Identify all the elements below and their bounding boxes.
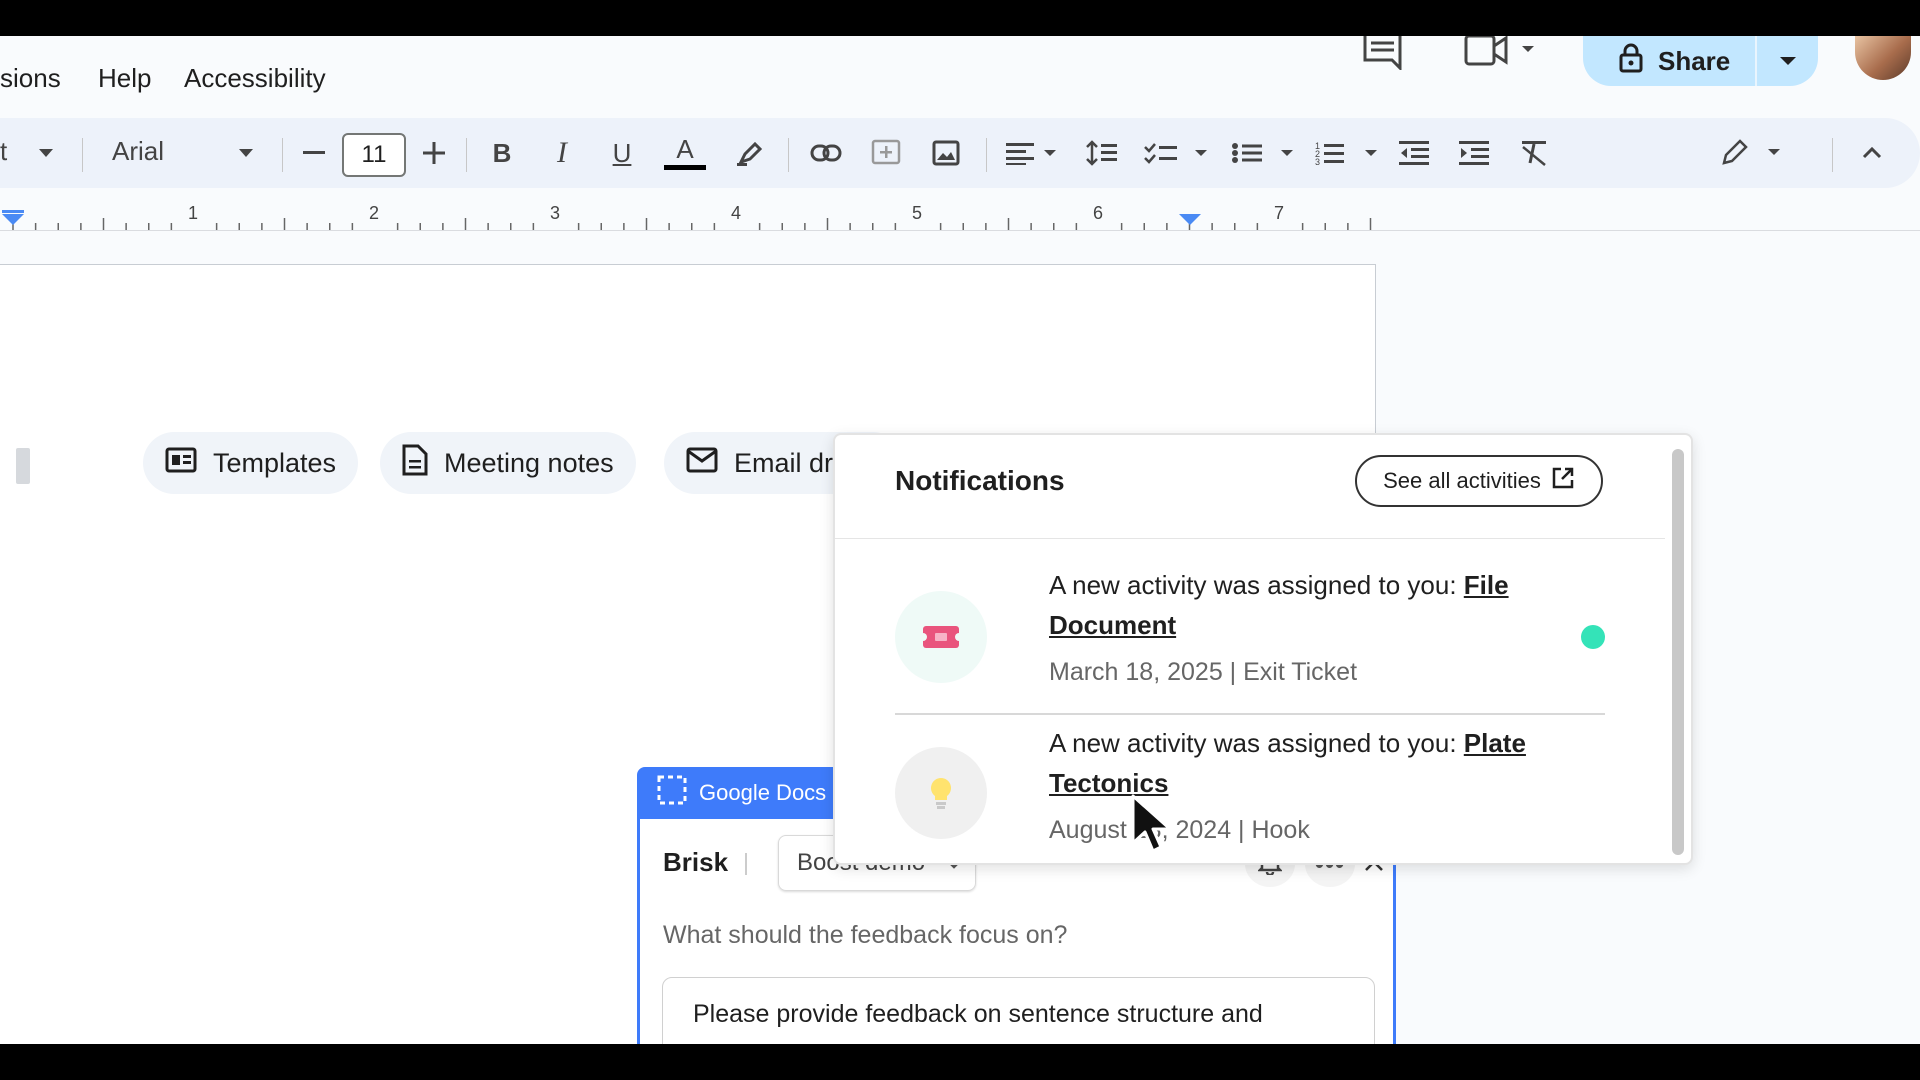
ruler-number: 5 xyxy=(912,203,923,223)
ticket-icon xyxy=(895,591,987,683)
insert-link-icon[interactable] xyxy=(806,118,846,188)
font-dropdown[interactable]: Arial xyxy=(112,136,164,167)
left-indent-marker xyxy=(2,214,24,225)
italic-icon[interactable]: I xyxy=(544,118,580,188)
comments-icon[interactable] xyxy=(1362,36,1404,75)
notification-meta: March 18, 2025 | Exit Ticket xyxy=(1049,658,1358,686)
mouse-pointer-icon xyxy=(1130,793,1176,862)
ruler-number: 2 xyxy=(369,203,380,223)
styles-dropdown[interactable]: t xyxy=(0,136,7,167)
share-label: Share xyxy=(1658,45,1731,76)
share-dropdown-icon[interactable] xyxy=(1757,55,1818,67)
letterbox-top xyxy=(0,0,1920,36)
google-docs-window: sions Help Accessibility Share t Arial 1… xyxy=(0,36,1920,1044)
ruler-number: 7 xyxy=(1274,203,1285,223)
highlight-icon[interactable] xyxy=(730,118,770,188)
font-caret-icon[interactable] xyxy=(234,118,258,188)
share-button[interactable]: Share xyxy=(1583,36,1818,86)
menu-help[interactable]: Help xyxy=(98,63,151,94)
decrease-indent-icon[interactable] xyxy=(1394,118,1434,188)
increase-indent-icon[interactable] xyxy=(1454,118,1494,188)
selection-icon xyxy=(657,775,687,811)
templates-chip[interactable]: Templates xyxy=(143,432,359,494)
ruler-number: 3 xyxy=(550,203,561,223)
brisk-logo: Brisk xyxy=(663,847,729,877)
lock-icon xyxy=(1618,43,1644,80)
user-avatar[interactable] xyxy=(1855,36,1911,80)
bold-icon[interactable]: B xyxy=(484,118,520,188)
horizontal-ruler[interactable] xyxy=(0,198,1375,230)
line-spacing-icon[interactable] xyxy=(1082,118,1122,188)
ruler-number: 1 xyxy=(188,203,199,223)
notification-item[interactable]: A new activity was assigned to you: File… xyxy=(895,555,1605,705)
see-all-activities-button[interactable]: See all activities xyxy=(1355,455,1603,507)
underline-icon[interactable]: U xyxy=(604,118,640,188)
checklist-icon[interactable] xyxy=(1142,118,1210,188)
notifications-title: Notifications xyxy=(895,465,1065,496)
letterbox-bottom xyxy=(0,1044,1920,1080)
notifications-scrollbar[interactable] xyxy=(1672,449,1684,855)
numbered-list-icon[interactable]: 123 xyxy=(1314,118,1382,188)
meeting-notes-chip[interactable]: Meeting notes xyxy=(380,432,636,494)
feedback-focus-question: What should the feedback focus on? xyxy=(663,921,1068,949)
editing-mode-icon[interactable] xyxy=(1718,118,1788,188)
lightbulb-icon xyxy=(895,747,987,839)
styles-caret-icon[interactable] xyxy=(34,118,58,188)
cursor-marker xyxy=(16,448,30,484)
right-indent-marker xyxy=(1179,214,1201,225)
font-size-input[interactable]: 11 xyxy=(342,133,406,177)
notification-meta: August 23, 2024 | Hook xyxy=(1049,816,1310,844)
formatting-toolbar: t Arial 11 B I U A 123 xyxy=(0,118,1920,188)
unread-indicator xyxy=(1581,625,1605,649)
activity-link-file-document[interactable]: File xyxy=(1464,570,1509,600)
email-icon xyxy=(686,447,718,480)
menu-accessibility[interactable]: Accessibility xyxy=(184,63,326,94)
bulleted-list-icon[interactable] xyxy=(1230,118,1298,188)
notification-item[interactable]: A new activity was assigned to you: Plat… xyxy=(895,723,1605,863)
add-comment-icon[interactable] xyxy=(866,118,906,188)
activity-link-plate-tectonics[interactable]: Plate xyxy=(1464,728,1526,758)
svg-text:3: 3 xyxy=(1315,157,1320,166)
external-link-icon xyxy=(1551,466,1575,496)
insert-image-icon[interactable] xyxy=(926,118,966,188)
ruler-number: 6 xyxy=(1093,203,1104,223)
document-icon xyxy=(402,444,428,483)
video-call-icon[interactable] xyxy=(1464,36,1534,75)
text-color-icon[interactable]: A xyxy=(662,118,708,188)
collapse-toolbar-icon[interactable] xyxy=(1852,118,1892,188)
decrease-font-size-icon[interactable] xyxy=(296,118,332,188)
notifications-popup: Notifications See all activities A new a… xyxy=(833,433,1693,865)
menu-extensions[interactable]: sions xyxy=(0,63,61,94)
feedback-focus-input[interactable]: Please provide feedback on sentence stru… xyxy=(662,977,1375,1044)
ruler-number: 4 xyxy=(731,203,742,223)
align-icon[interactable] xyxy=(1000,118,1064,188)
activity-link-file-document-cont[interactable]: Document xyxy=(1049,610,1176,640)
template-icon xyxy=(165,447,197,480)
increase-font-size-icon[interactable] xyxy=(416,118,452,188)
clear-formatting-icon[interactable] xyxy=(1514,118,1554,188)
